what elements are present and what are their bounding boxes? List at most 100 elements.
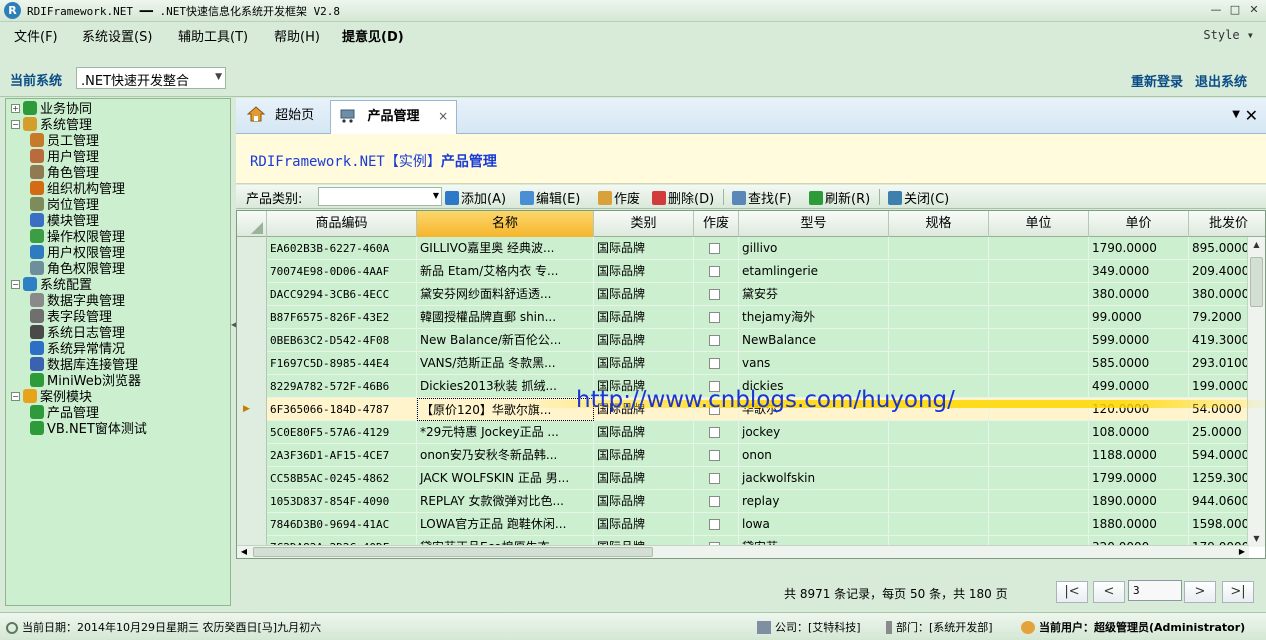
row-header[interactable]	[237, 421, 267, 444]
tree-node[interactable]: 员工管理	[30, 133, 99, 149]
row-header[interactable]: ▶	[237, 398, 267, 421]
tab-list-dropdown[interactable]: ▼	[1232, 109, 1240, 120]
category-select[interactable]: ▼	[318, 187, 442, 206]
column-header[interactable]: 名称	[417, 211, 594, 237]
table-row[interactable]: 7846D3B0-9694-41AC LOWA官方正品 跑鞋休闲... 国际品牌 lo…	[237, 513, 1257, 536]
tree-node[interactable]: 用户权限管理	[30, 245, 125, 261]
scroll-left-icon[interactable]: ◀	[237, 546, 251, 558]
tree-node[interactable]: MiniWeb浏览器	[30, 373, 141, 389]
table-row[interactable]: B87F6575-826F-43E2 韓國授權品牌直郵 shin... 国际品牌 th…	[237, 306, 1247, 329]
add-button[interactable]: 添加(A)	[445, 188, 506, 207]
first-page-button[interactable]: |<	[1056, 581, 1088, 603]
tree-node[interactable]: 数据字典管理	[30, 293, 125, 309]
menu-help[interactable]: 帮助(H)	[274, 26, 320, 45]
void-checkbox[interactable]	[709, 450, 720, 461]
void-checkbox[interactable]	[709, 266, 720, 277]
tree-node[interactable]: 角色管理	[30, 165, 99, 181]
tree-node[interactable]: 角色权限管理	[30, 261, 125, 277]
tab-close-icon[interactable]: ×	[438, 109, 448, 123]
row-header[interactable]	[237, 490, 267, 513]
last-page-button[interactable]: >|	[1222, 581, 1254, 603]
tree-expander-icon[interactable]: −	[11, 120, 20, 129]
close-window-button[interactable]: ✕	[1246, 3, 1262, 19]
column-header[interactable]: 商品编码	[267, 211, 417, 237]
scroll-up-icon[interactable]: ▲	[1248, 237, 1265, 253]
row-header[interactable]	[237, 467, 267, 490]
row-header[interactable]	[237, 306, 267, 329]
tree-expander-icon[interactable]: −	[11, 280, 20, 289]
tree-node[interactable]: 模块管理	[30, 213, 99, 229]
table-row[interactable]: 2A3F36D1-AF15-4CE7 onon安乃安秋冬新品韩... 国际品牌 ono…	[237, 444, 1249, 467]
menu-tools[interactable]: 辅助工具(T)	[178, 26, 248, 45]
tree-expander-icon[interactable]: +	[11, 104, 20, 113]
void-checkbox[interactable]	[709, 496, 720, 507]
select-all-corner[interactable]	[237, 211, 267, 237]
tree-node[interactable]: 系统日志管理	[30, 325, 125, 341]
tab-start-page[interactable]: 超始页	[238, 100, 323, 134]
tree-node[interactable]: 岗位管理	[30, 197, 99, 213]
table-row[interactable]: 5C0E80F5-57A6-4129 *29元特惠 Jockey正品 ... 国际品…	[237, 421, 1247, 444]
table-row[interactable]: DACC9294-3CB6-4ECC 黛安芬网纱面料舒适透... 国际品牌 黛安芬 38…	[237, 283, 1249, 306]
void-checkbox[interactable]	[709, 243, 720, 254]
tab-product-management[interactable]: 产品管理 ×	[330, 100, 458, 134]
relogin-link[interactable]: 重新登录	[1131, 71, 1183, 90]
style-dropdown[interactable]: Style ▾	[1203, 28, 1254, 42]
column-header[interactable]: 单价	[1089, 211, 1189, 237]
row-header[interactable]	[237, 513, 267, 536]
row-header[interactable]	[237, 260, 267, 283]
void-checkbox[interactable]	[709, 358, 720, 369]
row-header[interactable]	[237, 237, 267, 260]
maximize-button[interactable]: □	[1227, 3, 1243, 19]
column-header[interactable]: 规格	[889, 211, 989, 237]
row-header[interactable]	[237, 375, 267, 398]
prev-page-button[interactable]: <	[1093, 581, 1125, 603]
table-row[interactable]: EA602B3B-6227-460A GILLIVO嘉里奥 经典波... 国际品牌 g…	[237, 237, 1249, 260]
table-row[interactable]: 70074E98-0D06-4AAF 新品 Etam/艾格内衣 专... 国际品牌 e…	[237, 260, 1249, 283]
row-header[interactable]	[237, 444, 267, 467]
tree-node[interactable]: − 系统配置	[11, 277, 92, 293]
void-button[interactable]: 作废	[598, 188, 640, 207]
page-number-input[interactable]: 3	[1128, 580, 1182, 601]
tree-node[interactable]: 用户管理	[30, 149, 99, 165]
tree-expander-icon[interactable]: −	[11, 392, 20, 401]
row-header[interactable]	[237, 329, 267, 352]
void-checkbox[interactable]	[709, 289, 720, 300]
menu-feedback[interactable]: 提意见(D)	[342, 26, 404, 45]
edit-button[interactable]: 编辑(E)	[520, 188, 580, 207]
minimize-button[interactable]: —	[1208, 3, 1224, 19]
column-header[interactable]: 作废	[694, 211, 739, 237]
refresh-button[interactable]: 刷新(R)	[809, 188, 870, 207]
find-button[interactable]: 查找(F)	[732, 188, 792, 207]
vertical-scrollbar[interactable]: ▲ ▼	[1247, 237, 1265, 547]
close-tab-button[interactable]: ✕	[1245, 106, 1258, 125]
tree-node[interactable]: + 业务协同	[11, 101, 92, 117]
void-checkbox[interactable]	[709, 312, 720, 323]
scroll-thumb[interactable]	[1250, 257, 1263, 307]
tree-node[interactable]: VB.NET窗体测试	[30, 421, 147, 437]
column-header[interactable]: 型号	[739, 211, 889, 237]
void-checkbox[interactable]	[709, 335, 720, 346]
tree-node[interactable]: − 系统管理	[11, 117, 92, 133]
column-header[interactable]: 类别	[594, 211, 694, 237]
table-row[interactable]: F1697C5D-8985-44E4 VANS/范斯正品 冬款黑... 国际品牌 va…	[237, 352, 1249, 375]
hscroll-thumb[interactable]	[253, 547, 653, 557]
delete-button[interactable]: 删除(D)	[652, 188, 714, 207]
next-page-button[interactable]: >	[1184, 581, 1216, 603]
table-row[interactable]: CC58B5AC-0245-4862 JACK WOLFSKIN 正品 男... 国…	[237, 467, 1257, 490]
tree-node[interactable]: 操作权限管理	[30, 229, 125, 245]
void-checkbox[interactable]	[709, 519, 720, 530]
void-checkbox[interactable]	[709, 473, 720, 484]
scroll-down-icon[interactable]: ▼	[1248, 531, 1265, 547]
menu-file[interactable]: 文件(F)	[14, 26, 58, 45]
close-door-button[interactable]: 关闭(C)	[888, 188, 949, 207]
logout-link[interactable]: 退出系统	[1195, 71, 1247, 90]
table-row[interactable]: 1053D837-854F-4090 REPLAY 女款微弹对比色... 国际品牌 r…	[237, 490, 1249, 513]
tree-node[interactable]: 产品管理	[30, 405, 99, 421]
void-checkbox[interactable]	[709, 427, 720, 438]
menu-system-settings[interactable]: 系统设置(S)	[82, 26, 152, 45]
row-header[interactable]	[237, 352, 267, 375]
horizontal-scrollbar[interactable]: ◀ ▶	[237, 545, 1249, 558]
tree-node[interactable]: 系统异常情况	[30, 341, 125, 357]
tree-node[interactable]: 表字段管理	[30, 309, 112, 325]
column-header[interactable]: 批发价	[1189, 211, 1265, 237]
